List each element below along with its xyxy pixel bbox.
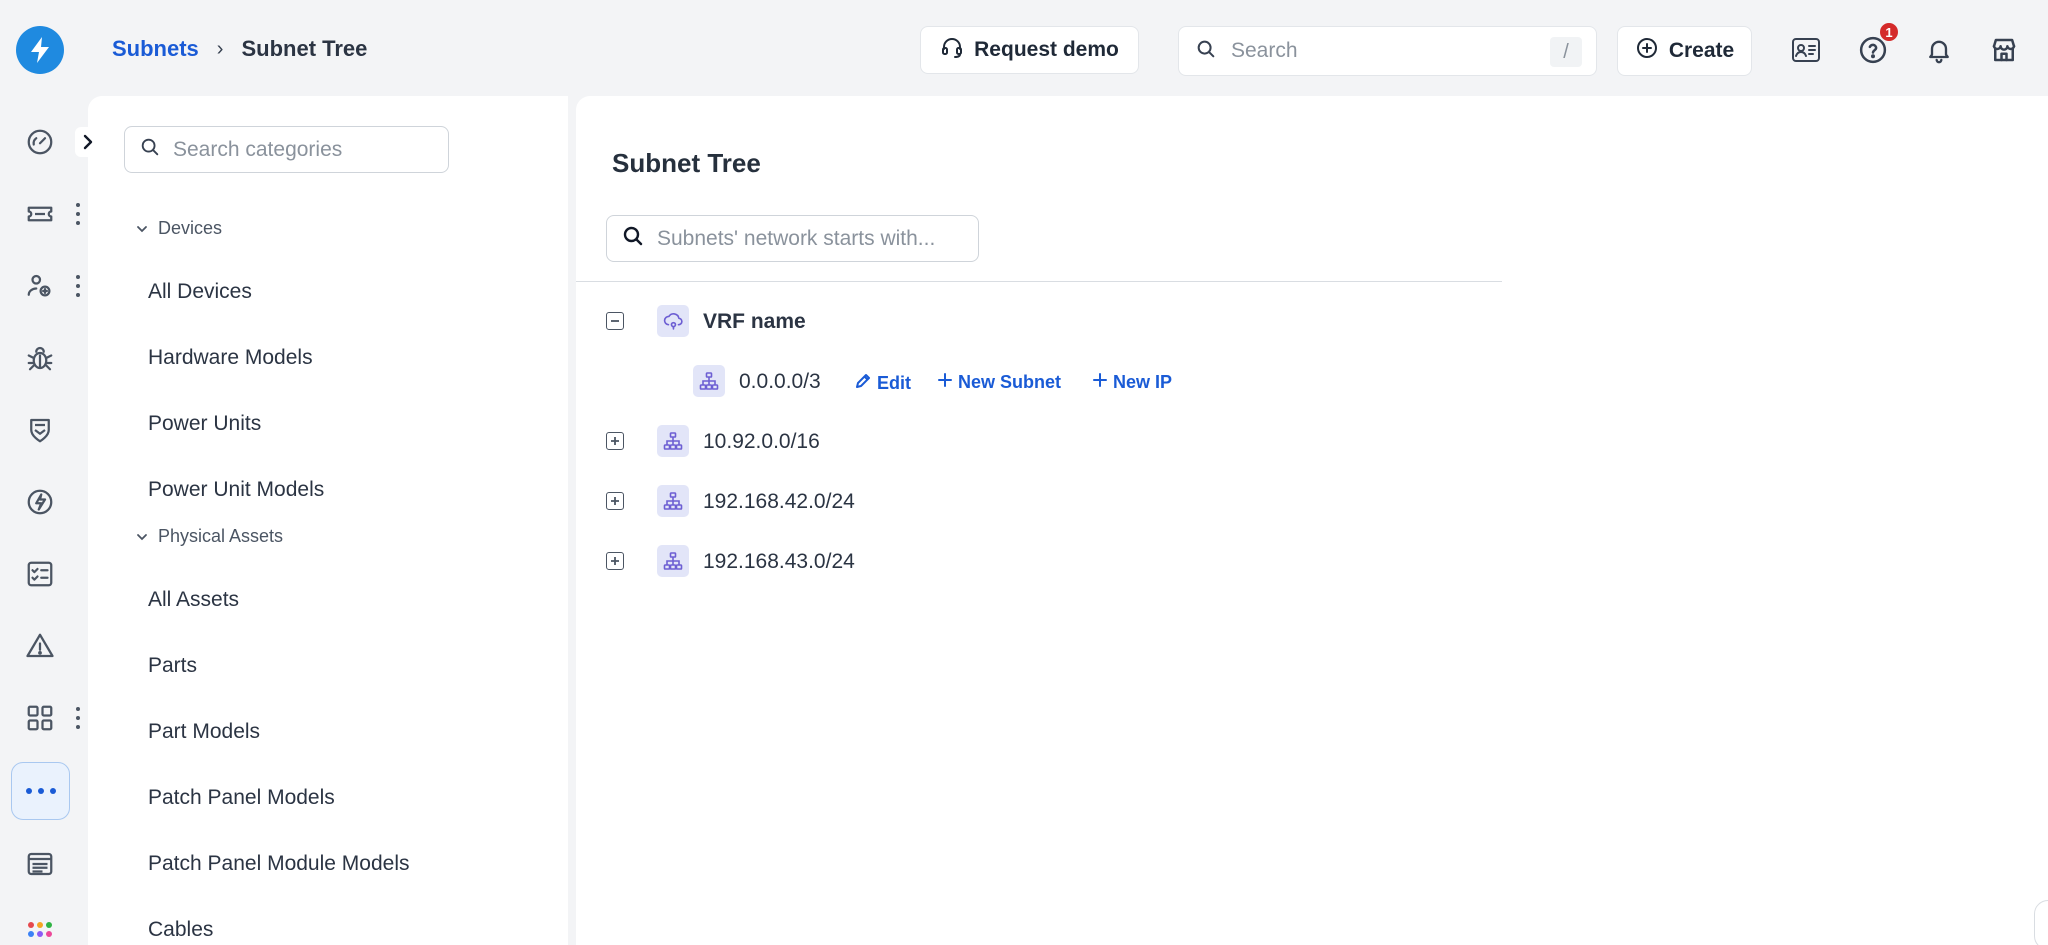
headset-icon	[940, 35, 964, 65]
page-title: Subnet Tree	[612, 148, 761, 178]
category-item-hardware-models[interactable]: Hardware Models	[148, 346, 313, 370]
search-icon	[621, 224, 645, 253]
category-item-power-units[interactable]: Power Units	[148, 412, 261, 436]
tree-node-subnet[interactable]: 192.168.42.0/24	[703, 490, 855, 514]
tree-node-vrf[interactable]: VRF name	[703, 310, 806, 334]
request-demo-label: Request demo	[974, 38, 1119, 61]
bell-icon[interactable]	[1921, 32, 1957, 68]
category-search[interactable]	[124, 126, 449, 173]
new-subnet-button[interactable]: New Subnet	[937, 372, 1061, 393]
contact-card-icon[interactable]	[1788, 32, 1824, 68]
category-item-part-models[interactable]: Part Models	[148, 720, 260, 744]
new-ip-button[interactable]: New IP	[1092, 372, 1172, 393]
new-subnet-label: New Subnet	[958, 372, 1062, 392]
category-sidebar: Devices All Devices Hardware Models Powe…	[88, 96, 568, 945]
users-menu-dots-icon[interactable]	[74, 275, 82, 297]
store-icon[interactable]	[1986, 32, 2022, 68]
tree-node-subnet[interactable]: 10.92.0.0/16	[703, 430, 820, 454]
category-item-cables[interactable]: Cables	[148, 918, 213, 942]
subnet-tree-search-input[interactable]	[657, 226, 967, 251]
bug-icon[interactable]	[22, 340, 58, 376]
expand-toggle-icon[interactable]	[606, 432, 624, 450]
category-item-parts[interactable]: Parts	[148, 654, 197, 678]
category-group-label: Physical Assets	[158, 526, 284, 546]
breadcrumb-current: Subnet Tree	[241, 36, 368, 61]
ticket-menu-dots-icon[interactable]	[74, 203, 82, 225]
plus-icon	[1092, 372, 1108, 393]
subnet-hierarchy-icon	[657, 425, 689, 457]
top-header: Subnets › Subnet Tree Request demo / Cre…	[0, 0, 2048, 96]
users-settings-icon[interactable]	[22, 268, 58, 304]
edit-label: Edit	[877, 373, 911, 393]
scroll-corner	[2034, 900, 2048, 945]
shield-icon[interactable]	[22, 412, 58, 448]
category-group-label: Devices	[158, 218, 223, 238]
request-demo-button[interactable]: Request demo	[920, 26, 1139, 74]
breadcrumb-separator: ›	[216, 37, 224, 60]
chevron-down-icon	[136, 218, 148, 239]
tree-node-subnet[interactable]: 192.168.43.0/24	[703, 550, 855, 574]
browser-window-icon[interactable]	[22, 846, 58, 882]
bolt-circle-icon[interactable]	[22, 484, 58, 520]
apps-menu-dots-icon[interactable]	[74, 707, 82, 729]
subnet-tree-search[interactable]	[606, 215, 979, 262]
create-button[interactable]: Create	[1617, 26, 1752, 76]
dashboard-gauge-icon[interactable]	[22, 124, 58, 160]
category-search-input[interactable]	[173, 137, 433, 162]
help-notification-badge: 1	[1878, 21, 1900, 43]
category-item-patch-panel-module-models[interactable]: Patch Panel Module Models	[148, 852, 410, 876]
chevron-down-icon	[136, 526, 148, 547]
expand-sidebar-chevron-icon[interactable]	[75, 127, 101, 157]
ticket-icon[interactable]	[22, 196, 58, 232]
pencil-icon	[854, 372, 872, 395]
more-options-icon[interactable]	[11, 762, 70, 820]
divider	[576, 281, 1502, 282]
category-item-power-unit-models[interactable]: Power Unit Models	[148, 478, 324, 502]
category-item-all-assets[interactable]: All Assets	[148, 588, 239, 612]
breadcrumb: Subnets › Subnet Tree	[112, 36, 367, 62]
create-label: Create	[1668, 39, 1735, 62]
global-search[interactable]: /	[1178, 26, 1597, 76]
colorful-apps-icon[interactable]	[22, 912, 58, 945]
plus-icon	[937, 372, 953, 393]
category-item-patch-panel-models[interactable]: Patch Panel Models	[148, 786, 335, 810]
category-group-devices[interactable]: Devices	[136, 218, 222, 239]
global-search-input[interactable]	[1231, 39, 1531, 63]
main-content: Subnet Tree VRF name 0.0.0.0/3 Edit New …	[576, 96, 2048, 945]
category-group-physical-assets[interactable]: Physical Assets	[136, 526, 283, 547]
edit-subnet-button[interactable]: Edit	[854, 372, 911, 395]
cloud-network-icon	[657, 305, 689, 337]
category-item-all-devices[interactable]: All Devices	[148, 280, 252, 304]
apps-grid-icon[interactable]	[22, 700, 58, 736]
checklist-icon[interactable]	[22, 556, 58, 592]
search-icon	[1195, 38, 1217, 65]
subnet-hierarchy-icon	[657, 545, 689, 577]
search-shortcut-hint: /	[1550, 37, 1582, 67]
new-ip-label: New IP	[1113, 372, 1173, 392]
breadcrumb-subnets-link[interactable]: Subnets	[112, 36, 199, 62]
subnet-hierarchy-icon	[657, 485, 689, 517]
search-icon	[139, 136, 161, 163]
expand-toggle-icon[interactable]	[606, 492, 624, 510]
subnet-hierarchy-icon	[693, 365, 725, 397]
plus-circle-icon	[1635, 36, 1659, 66]
expand-toggle-icon[interactable]	[606, 552, 624, 570]
tree-node-subnet-0-0-0-0-3[interactable]: 0.0.0.0/3	[739, 370, 821, 394]
warning-triangle-icon[interactable]	[22, 628, 58, 664]
app-logo-icon[interactable]	[16, 26, 64, 74]
collapse-toggle-icon[interactable]	[606, 312, 624, 330]
